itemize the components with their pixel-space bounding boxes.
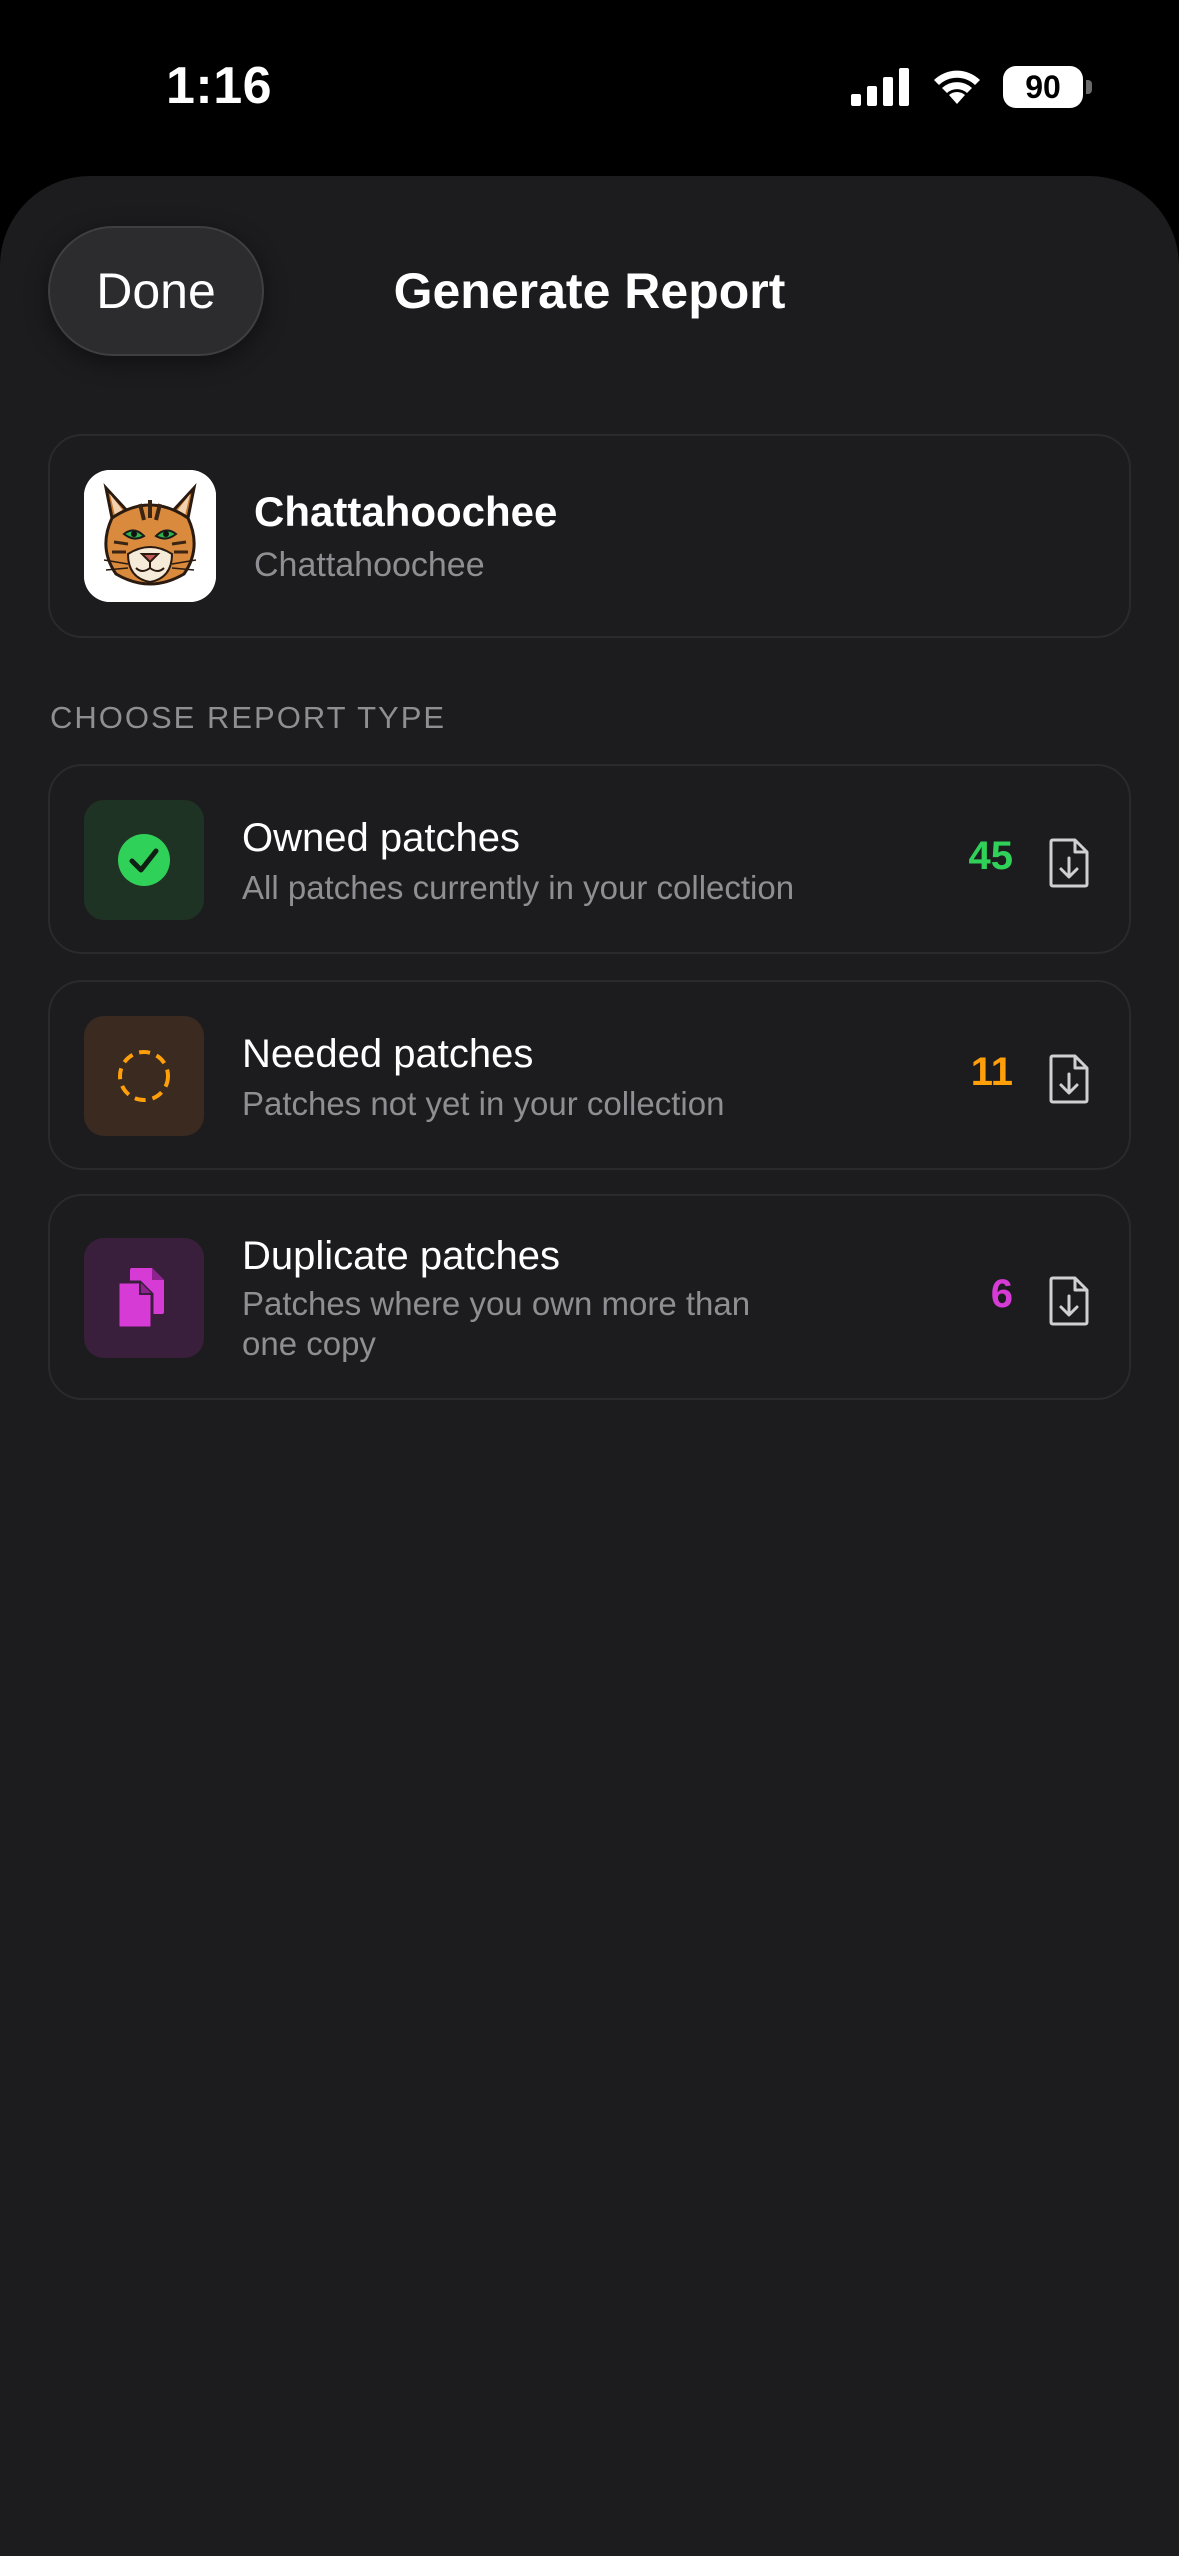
dashed-circle-icon — [118, 1050, 170, 1102]
needed-tile — [84, 1016, 204, 1136]
profile-name: Chattahoochee — [254, 488, 558, 535]
report-count: 45 — [968, 834, 1014, 878]
download-document-icon[interactable] — [1047, 838, 1091, 888]
report-option-needed[interactable]: Needed patches Patches not yet in your c… — [48, 980, 1131, 1170]
download-document-icon[interactable] — [1047, 1054, 1091, 1104]
report-description: Patches not yet in your collection — [242, 1085, 725, 1122]
duplicate-docs-icon — [116, 1268, 164, 1330]
duplicate-tile — [84, 1238, 204, 1358]
section-header: CHOOSE REPORT TYPE — [50, 700, 447, 735]
wifi-icon — [934, 70, 980, 104]
report-option-duplicate[interactable]: Duplicate patches Patches where you own … — [48, 1194, 1131, 1400]
download-document-icon[interactable] — [1047, 1276, 1091, 1326]
report-sheet: Done Generate Report Chattahoochee Chatt… — [0, 176, 1179, 2556]
report-count: 11 — [970, 1050, 1013, 1094]
report-option-owned[interactable]: Owned patches All patches currently in y… — [48, 764, 1131, 954]
bobcat-logo — [84, 470, 216, 602]
cellular-signal-icon — [851, 68, 909, 106]
report-title: Owned patches — [242, 816, 520, 860]
report-description: All patches currently in your collection — [242, 869, 795, 906]
status-bar: 1:16 90 — [0, 0, 1179, 175]
status-time: 1:16 — [166, 57, 273, 115]
battery-icon: 90 — [1003, 66, 1092, 108]
profile-card: Chattahoochee Chattahoochee — [48, 434, 1131, 638]
checkmark-circle-icon — [118, 834, 170, 886]
status-icons: 90 — [851, 64, 1092, 110]
report-description: Patches where you own more than one copy — [242, 1285, 751, 1362]
sheet-title: Generate Report — [393, 263, 786, 319]
report-title: Duplicate patches — [242, 1234, 560, 1278]
report-count: 6 — [990, 1272, 1013, 1316]
owned-tile — [84, 800, 204, 920]
profile-subtitle: Chattahoochee — [254, 546, 485, 584]
report-title: Needed patches — [242, 1032, 534, 1076]
battery-level: 90 — [1025, 68, 1061, 105]
